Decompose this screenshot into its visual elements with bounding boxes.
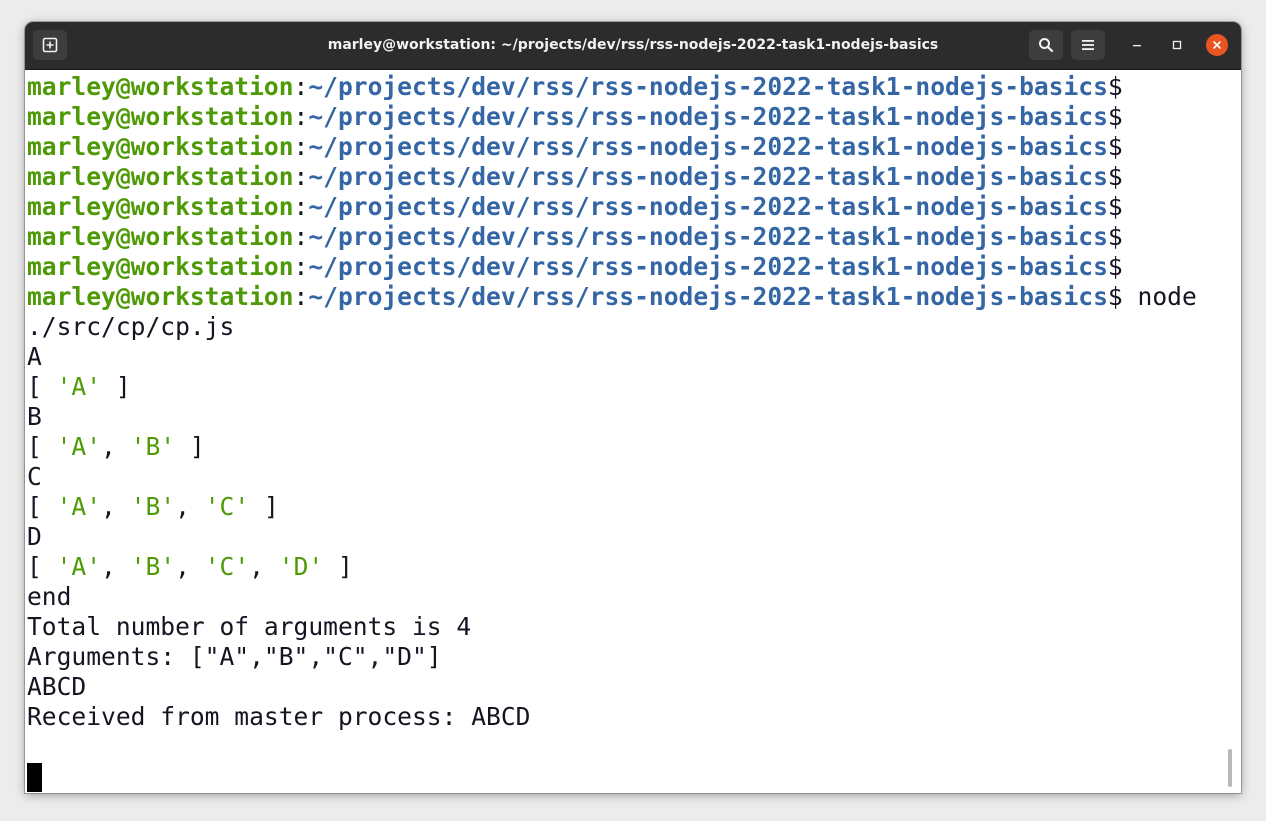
prompt-line: marley@workstation:~/projects/dev/rss/rs… [27,252,1123,282]
terminal-window: marley@workstation: ~/projects/dev/rss/r… [25,22,1241,793]
string-literal: 'C' [204,552,250,581]
new-tab-button[interactable] [33,30,67,60]
output-line: D [27,522,42,551]
string-literal: 'A' [56,492,102,521]
array-separator: , [175,552,205,581]
prompt-symbol: $ [1107,132,1123,161]
search-button[interactable] [1029,30,1063,60]
close-button[interactable] [1206,34,1228,56]
string-literal: 'B' [130,492,176,521]
title-bar: marley@workstation: ~/projects/dev/rss/r… [25,22,1241,70]
prompt-user-host: marley@workstation [27,252,294,281]
prompt-symbol: $ [1107,222,1123,251]
array-bracket: ] [101,372,131,401]
command-text: node [1122,282,1197,311]
prompt-symbol: $ [1107,252,1123,281]
prompt-path: ~/projects/dev/rss/rss-nodejs-2022-task1… [308,252,1108,281]
prompt-symbol: $ [1107,72,1123,101]
prompt-line: marley@workstation:~/projects/dev/rss/rs… [27,222,1123,252]
prompt-separator: : [293,162,309,191]
array-separator: , [175,492,205,521]
prompt-separator: : [293,102,309,131]
search-icon [1039,38,1054,53]
prompt-user-host: marley@workstation [27,72,294,101]
close-icon [1213,41,1221,49]
text-cursor [27,763,42,792]
output-line: ABCD [27,672,87,701]
prompt-path: ~/projects/dev/rss/rss-nodejs-2022-task1… [308,102,1108,131]
string-literal: 'B' [130,552,176,581]
prompt-path: ~/projects/dev/rss/rss-nodejs-2022-task1… [308,132,1108,161]
output-line: Total number of arguments is 4 [27,612,472,641]
output-line: Received from master process: ABCD [27,702,531,731]
scrollbar[interactable] [1228,749,1232,787]
output-line: B [27,402,42,431]
array-output-line: [ 'A', 'B' ] [27,432,205,462]
prompt-separator: : [293,252,309,281]
maximize-button[interactable] [1166,34,1188,56]
array-bracket: [ [27,552,57,581]
prompt-path: ~/projects/dev/rss/rss-nodejs-2022-task1… [308,192,1108,221]
array-bracket: [ [27,372,57,401]
prompt-path: ~/projects/dev/rss/rss-nodejs-2022-task1… [308,222,1108,251]
prompt-separator: : [293,192,309,221]
prompt-user-host: marley@workstation [27,192,294,221]
command-continuation: ./src/cp/cp.js [27,312,235,341]
prompt-separator: : [293,72,309,101]
prompt-path: ~/projects/dev/rss/rss-nodejs-2022-task1… [308,162,1108,191]
window-title: marley@workstation: ~/projects/dev/rss/r… [327,37,939,53]
array-bracket: [ [27,492,57,521]
prompt-symbol: $ [1107,162,1123,191]
new-tab-icon [42,37,58,53]
prompt-path: ~/projects/dev/rss/rss-nodejs-2022-task1… [308,72,1108,101]
string-literal: 'A' [56,432,102,461]
array-output-line: [ 'A', 'B', 'C', 'D' ] [27,552,353,582]
prompt-separator: : [293,282,309,311]
output-line: Arguments: ["A","B","C","D"] [27,642,442,671]
prompt-symbol: $ [1107,192,1123,221]
prompt-line: marley@workstation:~/projects/dev/rss/rs… [27,162,1123,192]
array-bracket: [ [27,432,57,461]
terminal-output[interactable]: marley@workstation:~/projects/dev/rss/rs… [25,70,1241,793]
prompt-line: marley@workstation:~/projects/dev/rss/rs… [27,72,1123,102]
array-bracket: ] [323,552,353,581]
output-line: end [27,582,72,611]
prompt-user-host: marley@workstation [27,162,294,191]
prompt-line: marley@workstation:~/projects/dev/rss/rs… [27,192,1123,222]
prompt-user-host: marley@workstation [27,282,294,311]
command-line: marley@workstation:~/projects/dev/rss/rs… [27,282,1197,312]
prompt-symbol: $ [1107,102,1123,131]
output-line: C [27,462,42,491]
array-separator: , [101,432,131,461]
string-literal: 'A' [56,372,102,401]
menu-button[interactable] [1071,30,1105,60]
array-bracket: ] [175,432,205,461]
prompt-line: marley@workstation:~/projects/dev/rss/rs… [27,102,1123,132]
array-bracket: ] [249,492,279,521]
prompt-line: marley@workstation:~/projects/dev/rss/rs… [27,132,1123,162]
prompt-path: ~/projects/dev/rss/rss-nodejs-2022-task1… [308,282,1108,311]
minimize-icon [1133,45,1141,47]
array-separator: , [101,492,131,521]
string-literal: 'C' [204,492,250,521]
string-literal: 'B' [130,432,176,461]
maximize-icon [1172,40,1182,50]
array-separator: , [249,552,279,581]
prompt-separator: : [293,222,309,251]
string-literal: 'A' [56,552,102,581]
string-literal: 'D' [278,552,324,581]
prompt-user-host: marley@workstation [27,102,294,131]
prompt-user-host: marley@workstation [27,132,294,161]
array-output-line: [ 'A', 'B', 'C' ] [27,492,279,522]
prompt-symbol: $ [1107,282,1123,311]
prompt-user-host: marley@workstation [27,222,294,251]
prompt-separator: : [293,132,309,161]
hamburger-menu-icon [1082,40,1094,50]
array-output-line: [ 'A' ] [27,372,131,402]
array-separator: , [101,552,131,581]
output-line: A [27,342,42,371]
minimize-button[interactable] [1126,34,1148,56]
